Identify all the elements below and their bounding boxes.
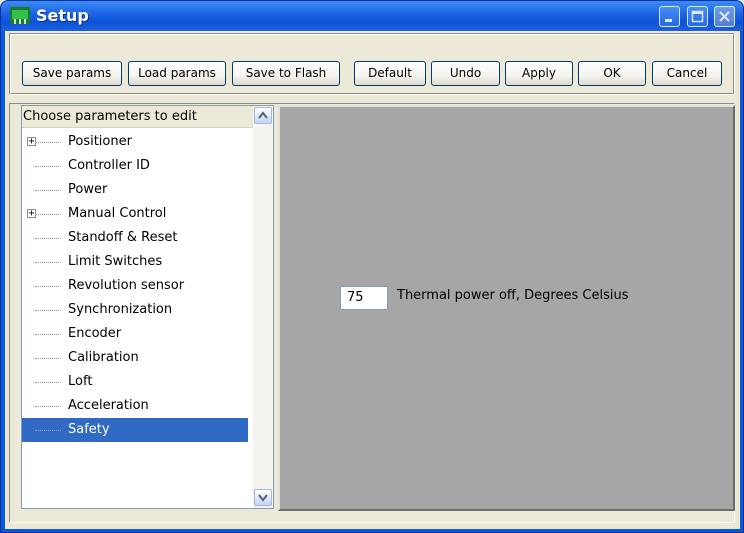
apply-button[interactable]: Apply (505, 61, 573, 86)
tree-item-label: Power (68, 182, 108, 197)
expand-icon[interactable]: + (27, 137, 36, 147)
close-button[interactable] (714, 6, 735, 27)
tree-item-label: Loft (68, 374, 93, 389)
minimize-button[interactable] (659, 6, 680, 27)
tree-item-revolution-sensor[interactable]: Revolution sensor (22, 274, 248, 298)
tree-item-safety[interactable]: Safety (22, 418, 248, 442)
save-to-flash-button[interactable]: Save to Flash (232, 61, 340, 86)
tree-item-synchronization[interactable]: Synchronization (22, 298, 248, 322)
cancel-button[interactable]: Cancel (652, 61, 722, 86)
undo-button[interactable]: Undo (431, 61, 500, 86)
tree-item-label: Controller ID (68, 158, 150, 173)
maximize-button[interactable] (687, 6, 708, 27)
app-icon (10, 7, 30, 24)
tree-item-label: Calibration (68, 350, 139, 365)
title-bar[interactable]: Setup (1, 1, 743, 31)
chevron-down-icon (258, 494, 268, 502)
tree-item-label: Encoder (68, 326, 122, 341)
ok-button[interactable]: OK (578, 61, 646, 86)
tree-item-standoff-reset[interactable]: Standoff & Reset (22, 226, 248, 250)
window-title: Setup (36, 6, 89, 25)
tree-item-label: Manual Control (68, 206, 167, 221)
tree-item-label: Revolution sensor (68, 278, 185, 293)
tree-item-label: Limit Switches (68, 254, 163, 269)
tree-item-manual-control[interactable]: + Manual Control (22, 202, 248, 226)
tree-item-power[interactable]: Power (22, 178, 248, 202)
scroll-down-button[interactable] (254, 489, 272, 506)
tree-item-label: Synchronization (68, 302, 173, 317)
tree-item-label: Standoff & Reset (68, 230, 178, 245)
setup-window: Setup Save params Load params Save to Fl… (0, 0, 744, 533)
tree-item-encoder[interactable]: Encoder (22, 322, 248, 346)
parameter-editor: 75 Thermal power off, Degrees Celsius (278, 105, 735, 511)
default-button[interactable]: Default (354, 61, 426, 86)
tree-item-controller-id[interactable]: Controller ID (22, 154, 248, 178)
chevron-up-icon (258, 111, 268, 119)
tree-item-label: Acceleration (68, 398, 149, 413)
load-params-button[interactable]: Load params (128, 61, 226, 86)
minimize-icon (665, 19, 672, 22)
tree-item-loft[interactable]: Loft (22, 370, 248, 394)
expand-icon[interactable]: + (27, 209, 36, 219)
tree-item-label: Positioner (68, 134, 132, 149)
tree-scrollbar[interactable] (253, 106, 273, 508)
thermal-power-off-label: Thermal power off, Degrees Celsius (397, 288, 629, 303)
parameter-tree[interactable]: Choose parameters to edit + Positioner C… (21, 105, 274, 509)
close-icon (719, 11, 730, 22)
tree-item-label: Safety (68, 422, 110, 437)
tree-header: Choose parameters to edit (22, 106, 254, 128)
tree-item-positioner[interactable]: + Positioner (22, 130, 248, 154)
scroll-up-button[interactable] (254, 107, 272, 124)
tree-item-limit-switches[interactable]: Limit Switches (22, 250, 248, 274)
maximize-icon (691, 10, 704, 23)
save-params-button[interactable]: Save params (22, 61, 122, 86)
tree-item-calibration[interactable]: Calibration (22, 346, 248, 370)
thermal-power-off-input[interactable]: 75 (340, 286, 388, 310)
tree-item-acceleration[interactable]: Acceleration (22, 394, 248, 418)
